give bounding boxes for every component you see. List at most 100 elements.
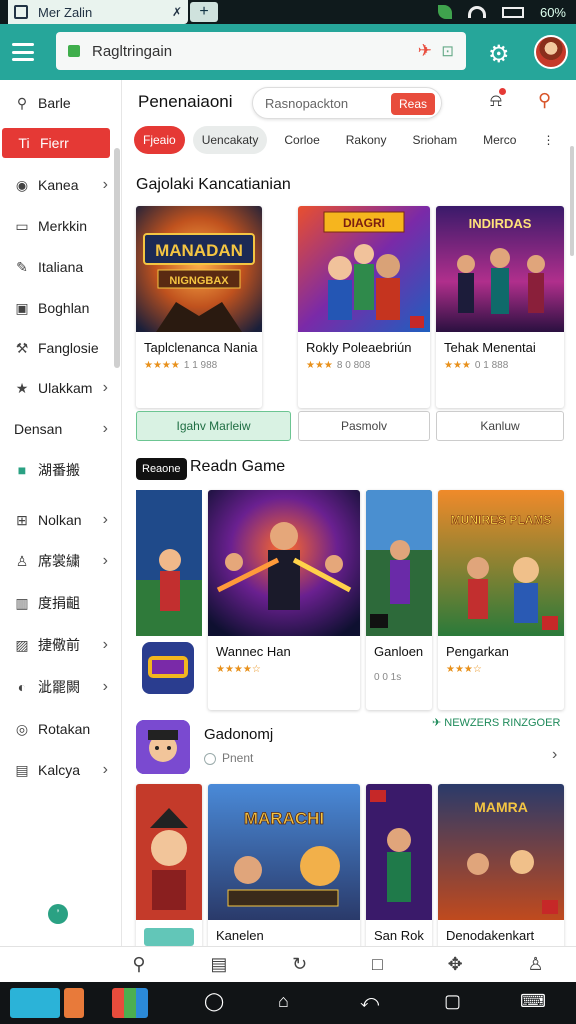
- home-icon[interactable]: ⌂: [278, 991, 289, 1012]
- sidebar-item-label: 席裳繍: [38, 553, 80, 569]
- library-icon[interactable]: ▤: [210, 954, 227, 975]
- category-chip[interactable]: Rakony: [337, 126, 396, 154]
- browser-app-icon[interactable]: [10, 988, 60, 1018]
- sidebar-item[interactable]: ⊞ Nolkan ›: [0, 505, 112, 535]
- wrench-icon: ⚒: [15, 339, 29, 356]
- chevron-right-icon[interactable]: ›: [103, 678, 108, 696]
- pill-button[interactable]: Pasmolv: [298, 411, 430, 441]
- browser-tab[interactable]: Mer Zalin ✗: [8, 0, 188, 24]
- search-icon[interactable]: ⚲: [132, 954, 145, 975]
- sidebar-item[interactable]: ▤ Kalcya ›: [0, 755, 112, 785]
- app-icon[interactable]: [142, 642, 194, 694]
- sidebar-item[interactable]: ✎ Italiana: [0, 252, 112, 282]
- game-card[interactable]: San Rok: [366, 784, 432, 946]
- gear-icon[interactable]: ⚙: [488, 40, 510, 69]
- category-chip[interactable]: Srioham: [403, 126, 466, 154]
- card-meta: ★★★ 8 0 808: [306, 360, 370, 371]
- search-placeholder: Rasnopackton: [265, 95, 349, 111]
- chevron-right-icon[interactable]: ›: [103, 761, 108, 779]
- sidebar-item[interactable]: Densan ›: [0, 414, 112, 444]
- sidebar-item[interactable]: ▥ 度捐齟: [0, 588, 112, 618]
- search-button[interactable]: Reas: [390, 93, 435, 115]
- sidebar-item[interactable]: ★ Ulakkam ›: [0, 373, 112, 403]
- rating-stars: ★★★★: [144, 360, 180, 371]
- keyboard-icon[interactable]: ⌨: [520, 991, 546, 1012]
- pill-button[interactable]: Kanluw: [436, 411, 564, 441]
- account-icon[interactable]: ♙: [527, 954, 543, 975]
- url-field[interactable]: Ragltringain ✈ ⊡: [56, 32, 466, 70]
- sidebar-item[interactable]: ■ 湖番搬: [0, 455, 112, 485]
- sidebar-scrollbar[interactable]: [114, 148, 120, 368]
- art-title-text: DIAGRI: [343, 216, 385, 230]
- tab-close-icon[interactable]: ✗: [172, 5, 182, 19]
- chevron-right-icon[interactable]: ›: [103, 379, 108, 397]
- game-card[interactable]: DIAGRI Rokly Poleaebriún ★★★ 8 0 808: [298, 206, 430, 408]
- chevron-right-icon[interactable]: ›: [103, 552, 108, 570]
- game-art-image[interactable]: [136, 490, 202, 636]
- sidebar-item[interactable]: ◎ Rotakan: [0, 714, 112, 744]
- chevron-right-icon[interactable]: ›: [552, 746, 557, 764]
- sidebar-item[interactable]: ▭ Merkkin: [0, 211, 112, 241]
- sidebar-item[interactable]: ▨ 捷儆前 ›: [0, 630, 112, 660]
- search-icon[interactable]: ⚲: [538, 90, 551, 111]
- sidebar-item[interactable]: ▣ Boghlan: [0, 293, 112, 323]
- game-card[interactable]: INDIRDAS Tehak Menentai ★★★ 0 1 888: [436, 206, 564, 408]
- category-chip[interactable]: Merco: [474, 126, 525, 154]
- game-card[interactable]: MAMRA Denodakenkart: [438, 784, 564, 946]
- sidebar-indicator-icon[interactable]: ’: [48, 904, 68, 924]
- main-scrollbar[interactable]: [570, 146, 574, 256]
- sidebar-item[interactable]: ⚒ Fanglosie: [0, 333, 112, 363]
- chevron-right-icon[interactable]: ›: [103, 636, 108, 654]
- chevron-right-icon[interactable]: ›: [103, 511, 108, 529]
- bell-icon[interactable]: ⍾: [490, 88, 506, 111]
- game-card[interactable]: Wannec Han ★★★★☆: [208, 490, 360, 710]
- sidebar-item[interactable]: ⚲ Barle: [0, 88, 112, 118]
- sidebar-item[interactable]: Ti Fierr: [2, 128, 110, 158]
- category-chip[interactable]: Corloe: [275, 126, 328, 154]
- new-tab-button[interactable]: +: [190, 2, 218, 22]
- pill-button[interactable]: Igahv Marleiw: [136, 411, 291, 441]
- card-count: 1 1 988: [183, 360, 218, 371]
- game-card[interactable]: [136, 784, 202, 946]
- target-icon: ◐: [17, 679, 27, 695]
- reader-icon[interactable]: ⊡: [441, 42, 454, 60]
- chevron-right-icon[interactable]: ›: [103, 420, 108, 438]
- gamepad-icon: ⊞: [16, 511, 28, 528]
- game-art-image: MAMRA: [438, 784, 564, 920]
- share-icon[interactable]: ✈: [418, 41, 432, 61]
- refresh-icon[interactable]: ↻: [292, 954, 307, 975]
- recents-icon[interactable]: ▢: [444, 991, 461, 1012]
- bottom-navigation: ⚲ ▤ ↻ □ ✥ ♙: [0, 946, 576, 982]
- game-card[interactable]: MUNIRES PLAMS Pengarkan ★★★☆: [438, 490, 564, 710]
- app-thumbnail-icon[interactable]: [64, 988, 84, 1018]
- game-art-image: [208, 490, 360, 636]
- tab-title: Mer Zalin: [38, 4, 93, 20]
- search-input[interactable]: Rasnopackton Reas: [252, 87, 442, 119]
- chevron-right-icon[interactable]: ›: [103, 176, 108, 194]
- card-meta: ★★★ 0 1 888: [444, 360, 508, 371]
- puzzle-icon[interactable]: ✥: [448, 954, 463, 975]
- category-chip[interactable]: Uencakaty: [192, 126, 268, 154]
- hamburger-menu-icon[interactable]: [12, 43, 34, 61]
- sidebar-item[interactable]: ◉ Kanea ›: [0, 170, 112, 200]
- section-link[interactable]: ✈ NEWZERS RINZGOER: [432, 716, 560, 729]
- store-app-icon[interactable]: [112, 988, 148, 1018]
- card-title: Denodakenkart: [446, 928, 535, 943]
- taskbar: ◯ ⌂ ⤺ ▢ ⌨: [0, 982, 576, 1024]
- game-card[interactable]: MARACHI Kanelen: [208, 784, 360, 946]
- game-card[interactable]: MANADAN NIGNGBAX Taplclenanca Nania ★★★★…: [136, 206, 262, 408]
- sidebar-item-label: Ulakkam: [38, 380, 93, 396]
- category-chip[interactable]: Fjeaio: [134, 126, 185, 154]
- app-icon[interactable]: [136, 720, 190, 774]
- avatar[interactable]: [534, 35, 568, 69]
- card-icon: ▭: [15, 217, 29, 234]
- game-card[interactable]: Ganloen 0 0 1s: [366, 490, 432, 710]
- sidebar-item[interactable]: ◐ 泚罷闕 ›: [0, 672, 112, 702]
- assistant-icon[interactable]: ◯: [204, 991, 224, 1012]
- card-title: Kanelen: [216, 928, 264, 943]
- sidebar-item[interactable]: ♙ 席裳繍 ›: [0, 546, 112, 576]
- square-icon[interactable]: □: [372, 954, 383, 975]
- back-icon[interactable]: ⤺: [360, 991, 379, 1012]
- app-title[interactable]: Gadonomj: [204, 726, 273, 743]
- more-options-icon[interactable]: ⋮: [533, 126, 563, 154]
